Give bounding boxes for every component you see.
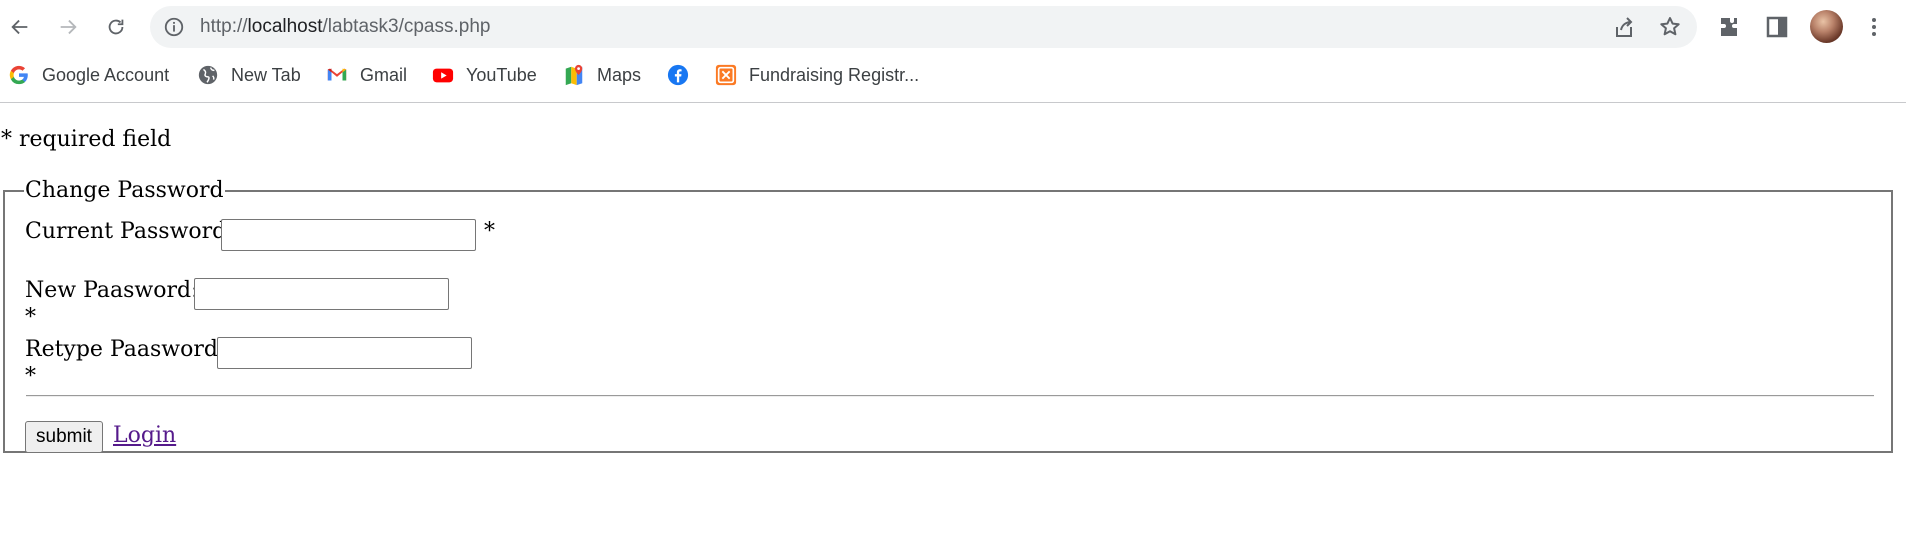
bookmark-new-tab[interactable]: New Tab: [197, 58, 301, 92]
bookmark-maps[interactable]: Maps: [563, 58, 641, 92]
browser-toolbar: http://localhost/labtask3/cpass.php: [0, 0, 1906, 54]
url-path: /labtask3/cpass.php: [322, 16, 491, 37]
extensions-puzzle-icon[interactable]: [1717, 15, 1741, 39]
reload-button[interactable]: [98, 9, 134, 45]
new-password-input[interactable]: [194, 278, 449, 310]
browser-chrome: http://localhost/labtask3/cpass.php Goog…: [0, 0, 1906, 103]
bookmark-label: Maps: [597, 64, 642, 85]
forward-arrow-icon: [60, 19, 77, 35]
share-icon[interactable]: [1612, 16, 1636, 40]
new-password-label: New Paasword:: [25, 278, 199, 303]
back-arrow-icon: [11, 19, 28, 35]
bookmark-label: Google Account: [42, 64, 170, 85]
bookmarks-bar: Google Account New Tab Gmail YouTube Map…: [0, 58, 1906, 92]
bookmark-label: Gmail: [360, 64, 408, 85]
retype-password-label: Retype Paasword:: [25, 337, 226, 362]
login-link[interactable]: Login: [113, 422, 176, 450]
side-panel-icon[interactable]: [1765, 15, 1789, 39]
xampp-icon: [715, 64, 737, 86]
address-bar[interactable]: http://localhost/labtask3/cpass.php: [150, 6, 1697, 48]
bookmark-google-account[interactable]: Google Account: [8, 58, 169, 92]
fieldset-legend: Change Password: [25, 178, 224, 203]
retype-password-required-mark: *: [25, 364, 36, 389]
submit-button[interactable]: submit: [25, 421, 103, 453]
bookmark-facebook[interactable]: [667, 58, 701, 92]
facebook-icon: [667, 64, 689, 86]
reload-icon: [108, 19, 124, 35]
current-password-input[interactable]: [221, 219, 476, 251]
google-icon: [9, 65, 28, 85]
bookmark-star-icon[interactable]: [1658, 15, 1682, 39]
bookmark-fundraising-registration[interactable]: Fundraising Registr...: [715, 58, 919, 92]
back-button[interactable]: [2, 9, 38, 45]
change-password-fieldset: Change Password Current Password: * New …: [3, 179, 1893, 453]
required-field-note: * required field: [1, 127, 172, 152]
gmail-icon: [327, 68, 347, 81]
bookmark-youtube[interactable]: YouTube: [432, 58, 537, 92]
url-scheme: http://: [200, 16, 248, 37]
url-text[interactable]: http://localhost/labtask3/cpass.php: [200, 6, 490, 48]
globe-icon: [198, 65, 218, 85]
current-password-label: Current Password:: [25, 219, 234, 244]
site-info-icon[interactable]: [163, 16, 185, 38]
menu-kebab-icon[interactable]: [1862, 15, 1886, 39]
bookmark-label: YouTube: [466, 64, 537, 85]
page-content: * required field Change Password Current…: [0, 104, 1906, 555]
bookmark-label: New Tab: [231, 64, 301, 85]
maps-icon: [565, 64, 583, 86]
bookmark-label: Fundraising Registr...: [749, 64, 920, 85]
youtube-icon: [432, 68, 454, 83]
retype-password-input[interactable]: [217, 337, 472, 369]
bookmark-gmail[interactable]: Gmail: [326, 58, 407, 92]
url-host: localhost: [247, 16, 323, 37]
profile-avatar[interactable]: [1810, 10, 1843, 43]
form-divider: [26, 395, 1874, 397]
current-password-required-mark: *: [484, 219, 495, 244]
forward-button[interactable]: [50, 9, 86, 45]
new-password-required-mark: *: [25, 305, 36, 330]
